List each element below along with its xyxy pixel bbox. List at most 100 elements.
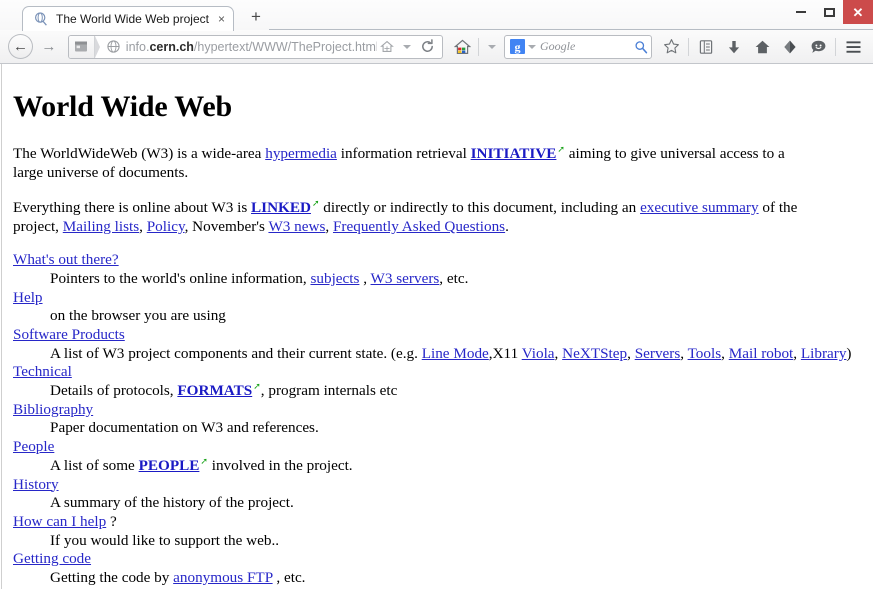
link-getting-code[interactable]: Getting code xyxy=(13,550,91,567)
online-text-5: , November's xyxy=(184,217,265,235)
desc-text: , xyxy=(680,344,685,362)
browser-window: The World Wide Web project × + ✕ ← → inf… xyxy=(0,0,873,589)
search-input[interactable]: Google xyxy=(536,39,631,54)
reload-button[interactable] xyxy=(417,36,437,58)
home-dropdown-icon[interactable] xyxy=(482,36,502,58)
link-faq[interactable]: Frequently Asked Questions xyxy=(333,218,505,235)
link-hypermedia[interactable]: hypermedia xyxy=(265,145,337,162)
sync-button[interactable] xyxy=(776,33,804,61)
list-item: What's out there? xyxy=(13,251,861,270)
list-item-description: Getting the code by anonymous FTP , etc. xyxy=(50,569,861,588)
link-w3-servers[interactable]: W3 servers xyxy=(371,270,440,287)
desc-text: Pointers to the world's online informati… xyxy=(50,269,307,287)
close-button[interactable]: ✕ xyxy=(843,0,873,24)
desc-text: A list of W3 project components and thei… xyxy=(50,344,418,362)
home-small-icon[interactable] xyxy=(377,36,397,58)
desc-text: , xyxy=(363,269,368,287)
link-technical[interactable]: Technical xyxy=(13,363,72,380)
menu-button[interactable] xyxy=(839,33,867,61)
list-item: Bibliography xyxy=(13,401,861,420)
chat-icon xyxy=(811,40,825,53)
content-area: World Wide Web The WorldWideWeb (W3) is … xyxy=(0,64,873,589)
link-whats-out-there[interactable]: What's out there? xyxy=(13,251,119,268)
page-title: World Wide Web xyxy=(13,90,232,123)
link-executive-summary[interactable]: executive summary xyxy=(640,199,759,216)
tab-close-icon[interactable]: × xyxy=(218,13,225,25)
navigation-toolbar: ← → info.cern.ch/hypertext/WWW/TheProjec… xyxy=(0,30,873,64)
desc-text: , xyxy=(793,344,798,362)
online-text-1: Everything there is online about W3 is xyxy=(13,198,248,216)
url-text[interactable]: info.cern.ch/hypertext/WWW/TheProject.ht… xyxy=(126,40,377,54)
link-anonymous-ftp[interactable]: anonymous FTP xyxy=(173,569,272,586)
link-linked[interactable]: LINKED xyxy=(251,199,311,216)
how-can-i-help-suffix: ? xyxy=(110,512,117,530)
link-bibliography[interactable]: Bibliography xyxy=(13,401,93,418)
home-button[interactable] xyxy=(449,34,475,60)
link-initiative[interactable]: INITIATIVE xyxy=(471,145,557,162)
link-subjects[interactable]: subjects xyxy=(310,270,359,287)
search-engine-chevron-icon[interactable] xyxy=(528,44,536,49)
url-path: /hypertext/WWW/TheProject.html xyxy=(193,39,378,54)
close-icon: ✕ xyxy=(852,4,864,20)
link-help[interactable]: Help xyxy=(13,289,43,306)
desc-text: A list of some xyxy=(50,456,135,474)
search-bar[interactable]: g Google xyxy=(504,34,652,59)
online-paragraph: Everything there is online about W3 is L… xyxy=(13,197,798,235)
link-mail-robot[interactable]: Mail robot xyxy=(729,345,794,362)
list-item: Help xyxy=(13,289,861,308)
sync-icon xyxy=(784,40,796,53)
site-identity-button[interactable] xyxy=(68,35,95,58)
desc-text: ,X11 xyxy=(488,344,519,362)
reading-list-icon xyxy=(699,39,713,54)
colored-home-icon xyxy=(453,39,471,54)
search-icon[interactable] xyxy=(631,40,651,54)
link-formats[interactable]: FORMATS xyxy=(177,382,252,399)
home-page-button[interactable] xyxy=(748,33,776,61)
link-library[interactable]: Library xyxy=(801,345,847,362)
link-software-products[interactable]: Software Products xyxy=(13,326,125,343)
intro-text-1: The WorldWideWeb (W3) is a wide-area xyxy=(13,145,262,163)
toolbar-separator xyxy=(835,37,836,56)
tab-title: The World Wide Web project xyxy=(56,12,209,26)
downloads-button[interactable] xyxy=(720,33,748,61)
address-bar[interactable]: info.cern.ch/hypertext/WWW/TheProject.ht… xyxy=(67,34,444,59)
link-people[interactable]: People xyxy=(13,438,54,455)
download-icon xyxy=(728,40,740,53)
menu-icon xyxy=(846,40,860,53)
link-policy[interactable]: Policy xyxy=(147,218,185,235)
link-servers[interactable]: Servers xyxy=(635,345,681,362)
link-viola[interactable]: Viola xyxy=(522,345,555,362)
star-icon xyxy=(663,39,679,54)
link-nextstep[interactable]: NeXTStep xyxy=(562,345,627,362)
list-item-description: A list of some PEOPLE➚ involved in the p… xyxy=(50,455,353,474)
link-mailing-lists[interactable]: Mailing lists xyxy=(63,218,139,235)
new-tab-button[interactable]: + xyxy=(243,4,269,29)
tab-strip: The World Wide Web project × + xyxy=(0,0,269,31)
reading-list-button[interactable] xyxy=(692,33,720,61)
tab-the-world-wide-web-project[interactable]: The World Wide Web project × xyxy=(22,6,234,31)
bookmark-dropdown-icon[interactable] xyxy=(397,36,417,58)
list-item: History xyxy=(13,476,861,495)
home-icon xyxy=(755,40,769,53)
link-line-mode[interactable]: Line Mode xyxy=(422,345,489,362)
minimize-button[interactable] xyxy=(787,0,815,24)
list-item: Technical xyxy=(13,363,861,382)
list-item-description: A summary of the history of the project. xyxy=(50,494,294,512)
maximize-button[interactable] xyxy=(815,0,843,24)
list-item-description: If you would like to support the web.. xyxy=(50,531,280,549)
chat-button[interactable] xyxy=(804,33,832,61)
link-tools[interactable]: Tools xyxy=(688,345,722,362)
url-prefix: info. xyxy=(125,39,150,54)
desc-text: , program internals etc xyxy=(260,382,398,400)
toolbar-separator xyxy=(478,37,480,56)
back-button[interactable]: ← xyxy=(8,34,33,59)
bookmark-star-button[interactable] xyxy=(657,33,685,61)
link-people-list[interactable]: PEOPLE xyxy=(139,457,200,474)
list-item: People xyxy=(13,438,861,457)
link-history[interactable]: History xyxy=(13,476,59,493)
list-item-description: Pointers to the world's online informati… xyxy=(50,270,861,289)
link-how-can-i-help[interactable]: How can I help xyxy=(13,513,106,530)
link-w3-news[interactable]: W3 news xyxy=(268,218,325,235)
directory-list: What's out there? Pointers to the world'… xyxy=(13,251,861,587)
forward-button[interactable]: → xyxy=(35,33,63,61)
